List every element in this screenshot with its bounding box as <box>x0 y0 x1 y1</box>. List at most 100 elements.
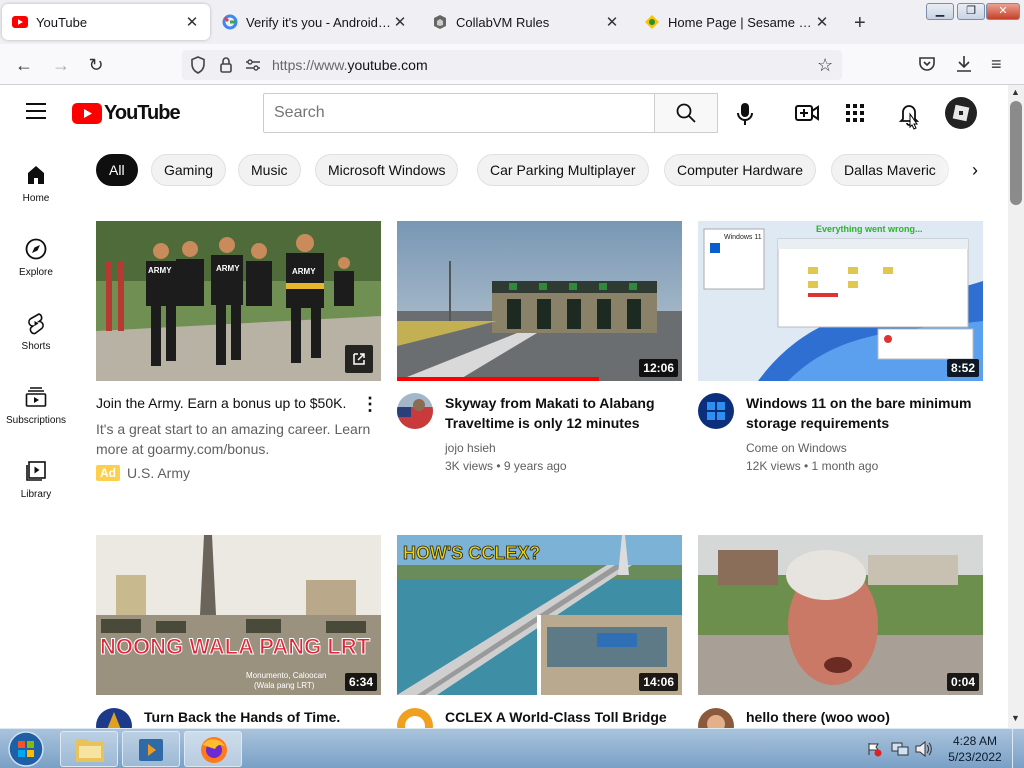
reload-icon[interactable]: ↻ <box>84 53 108 77</box>
youtube-logo[interactable]: YouTube <box>72 102 181 125</box>
chip-car-parking-multiplayer[interactable]: Car Parking Multiplayer <box>477 154 649 186</box>
network-icon[interactable] <box>891 741 909 762</box>
pocket-icon[interactable] <box>918 55 936 78</box>
tab-collabvm-rules[interactable]: CollabVM Rules ✕ <box>422 4 630 40</box>
sidebar-item-label: Shorts <box>21 341 51 352</box>
explorer-taskbar-button[interactable] <box>60 731 118 767</box>
search-button[interactable] <box>654 93 718 133</box>
media-player-taskbar-button[interactable] <box>122 731 180 767</box>
tab-google-verify[interactable]: Verify it's you - Android - Go ✕ <box>212 4 418 40</box>
address-bar[interactable]: https://www.youtube.com ☆ <box>182 50 842 80</box>
bookmark-star-icon[interactable]: ☆ <box>817 55 833 76</box>
chip-gaming[interactable]: Gaming <box>151 154 227 186</box>
video-duration: 12:06 <box>639 359 678 377</box>
chip-music[interactable]: Music <box>238 154 301 186</box>
volume-icon[interactable] <box>915 740 933 762</box>
chip-computer-hardware[interactable]: Computer Hardware <box>664 154 817 186</box>
downloads-icon[interactable] <box>955 54 973 79</box>
clock-time: 4:28 AM <box>952 734 998 748</box>
tab-title: YouTube <box>36 14 88 30</box>
video-thumbnail-windows11[interactable]: Windows 11 Everything went wrong... 8:52 <box>698 221 983 381</box>
action-center-icon[interactable] <box>866 741 882 762</box>
scroll-up-icon[interactable]: ▲ <box>1011 87 1020 97</box>
tab-youtube[interactable]: YouTube ✕ <box>2 4 210 40</box>
google-favicon-icon <box>222 14 238 30</box>
sidebar-item-subscriptions[interactable]: Subscriptions <box>0 385 72 426</box>
video-title[interactable]: Turn Back the Hands of Time. <box>144 707 376 727</box>
home-icon <box>28 166 44 184</box>
forward-arrow-icon[interactable]: → <box>49 53 73 77</box>
subscriptions-icon <box>25 387 47 407</box>
create-video-icon[interactable] <box>795 104 819 127</box>
page-scrollbar[interactable]: ▲ ▼ <box>1008 85 1024 728</box>
open-external-icon[interactable] <box>345 345 373 373</box>
channel-name[interactable]: jojo hsieh <box>445 439 496 457</box>
chip-all[interactable]: All <box>96 154 138 186</box>
app-menu-icon[interactable]: ≡ <box>991 54 1002 75</box>
start-button-icon[interactable] <box>6 730 46 768</box>
video-title[interactable]: Windows 11 on the bare minimum storage r… <box>746 393 978 433</box>
video-thumbnail-army[interactable]: ARMY ARMY ARMY <box>96 221 381 381</box>
lock-icon[interactable] <box>219 56 233 79</box>
chip-microsoft-windows[interactable]: Microsoft Windows <box>315 154 459 186</box>
lrt-caption-place: Monumento, Caloocan <box>246 671 327 680</box>
restore-window-icon[interactable]: ❐ <box>957 3 985 20</box>
video-thumbnail-cclex[interactable]: HOW'S CCLEX? 14:06 <box>397 535 682 695</box>
channel-avatar[interactable] <box>698 393 734 429</box>
close-window-icon[interactable]: ✕ <box>986 3 1020 20</box>
new-tab-icon[interactable]: + <box>854 12 866 35</box>
close-tab-icon[interactable]: ✕ <box>392 13 408 31</box>
video-thumbnail-lrt[interactable]: NOONG WALA PANG LRT Monumento, Caloocan … <box>96 535 381 695</box>
skyway-toll-image <box>397 221 682 381</box>
tab-title: Home Page | Sesame Street | <box>668 14 814 30</box>
firefox-taskbar-button[interactable] <box>184 731 242 767</box>
sidebar-item-library[interactable]: Library <box>0 459 72 500</box>
shield-icon[interactable] <box>190 56 206 79</box>
minimize-window-icon[interactable]: ▁ <box>926 3 954 20</box>
windows-taskbar: 4:28 AM 5/23/2022 <box>0 728 1024 768</box>
channel-avatar[interactable] <box>397 393 433 429</box>
search-input[interactable] <box>263 93 655 133</box>
close-tab-icon[interactable]: ✕ <box>814 13 830 31</box>
scroll-down-icon[interactable]: ▼ <box>1011 713 1020 723</box>
chip-dallas-mavericks[interactable]: Dallas Maveric <box>831 154 949 186</box>
hamburger-menu-icon[interactable] <box>26 103 46 124</box>
scrollbar-thumb[interactable] <box>1010 101 1022 205</box>
account-avatar[interactable] <box>945 97 977 134</box>
notifications-bell-icon[interactable] <box>894 101 924 136</box>
sidebar-item-shorts[interactable]: Shorts <box>0 311 72 352</box>
clock[interactable]: 4:28 AM 5/23/2022 <box>946 733 1004 765</box>
folder-icon <box>76 739 104 762</box>
url-domain: youtube.com <box>347 57 428 73</box>
sidebar-item-home[interactable]: Home <box>0 163 72 204</box>
sidebar-item-explore[interactable]: Explore <box>0 237 72 278</box>
microphone-icon[interactable] <box>736 102 754 131</box>
army-shirt-text: ARMY <box>292 267 316 276</box>
win11-label: Windows 11 <box>724 234 762 241</box>
tab-sesame-street[interactable]: Home Page | Sesame Street | ✕ <box>634 4 840 40</box>
channel-name[interactable]: U.S. Army <box>127 465 190 481</box>
close-tab-icon[interactable]: ✕ <box>604 13 620 31</box>
back-arrow-icon[interactable]: ← <box>12 53 36 77</box>
youtube-header: YouTube <box>0 85 1008 141</box>
permissions-icon[interactable] <box>245 58 261 77</box>
channel-name[interactable]: Come on Windows <box>746 439 847 457</box>
firefox-icon <box>201 737 227 763</box>
video-thumbnail-hello-there[interactable]: 0:04 <box>698 535 983 695</box>
more-options-icon[interactable]: ⋮ <box>361 395 379 413</box>
win11-overlay-text: Everything went wrong... <box>816 224 923 234</box>
close-tab-icon[interactable]: ✕ <box>184 13 200 31</box>
army-shirt-text: ARMY <box>216 264 240 273</box>
youtube-logo-text: YouTube <box>104 102 181 124</box>
chevron-right-icon[interactable]: › <box>972 160 978 181</box>
video-title[interactable]: Join the Army. Earn a bonus up to $50K. <box>96 393 356 413</box>
selfie-outdoor-image <box>698 535 983 695</box>
video-title[interactable]: CCLEX A World-Class Toll Bridge <box>445 707 677 727</box>
show-desktop-button[interactable] <box>1012 729 1024 768</box>
apps-grid-icon[interactable] <box>846 104 864 127</box>
monumento-image: NOONG WALA PANG LRT Monumento, Caloocan … <box>96 535 381 695</box>
video-title[interactable]: Skyway from Makati to Alabang Traveltime… <box>445 393 677 433</box>
url-prefix: https://www. <box>272 57 348 73</box>
video-thumbnail-skyway[interactable]: 12:06 <box>397 221 682 381</box>
video-title[interactable]: hello there (woo woo) <box>746 707 978 727</box>
